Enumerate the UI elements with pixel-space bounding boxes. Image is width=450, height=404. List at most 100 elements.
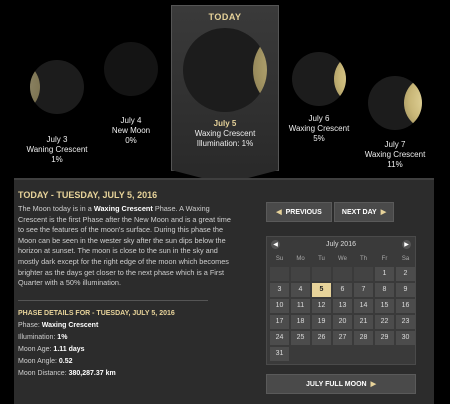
calendar-day[interactable]: 19 (312, 315, 331, 329)
moon-card-july-6[interactable]: July 6 Waxing Crescent 5% (282, 52, 356, 144)
calendar-day[interactable]: 17 (270, 315, 289, 329)
calendar-day[interactable]: 31 (270, 347, 289, 361)
detail-label: Moon Distance: (18, 369, 69, 377)
calendar-day[interactable]: 8 (375, 283, 394, 297)
detail-illumination: Illumination: 1% (18, 334, 233, 341)
moon-date: July 4 (120, 116, 142, 125)
page-title: TODAY - TUESDAY, JULY 5, 2016 (18, 190, 233, 200)
weekday-header: Mo (296, 256, 305, 262)
detail-value: Waxing Crescent (41, 321, 99, 329)
detail-value: 0.52 (58, 357, 73, 365)
calendar-day[interactable]: 7 (354, 283, 373, 297)
calendar-grid: Su Mo Tu We Th Fr Sa 1 2 3 4 5 6 7 8 9 10 11 12 13 14 15 16 17 1… (267, 251, 415, 364)
desc-part-2: Phase. A Waxing Crescent is the first Ph… (18, 204, 231, 288)
weekday-header: We (338, 256, 347, 262)
previous-button[interactable]: ◀ PREVIOUS (266, 202, 332, 222)
detail-value: 1% (57, 333, 68, 341)
calendar-empty-cell (291, 267, 310, 281)
calendar-day[interactable]: 24 (270, 331, 289, 345)
phase-description: TODAY - TUESDAY, JULY 5, 2016 The Moon t… (18, 190, 233, 377)
detail-value: 380,287.37 km (68, 369, 116, 377)
moon-phase: Waxing Crescent (288, 124, 350, 133)
calendar-day[interactable]: 16 (396, 299, 415, 313)
detail-label: Moon Age: (18, 345, 54, 353)
moon-illumination: 11% (387, 160, 403, 169)
calendar-day[interactable]: 25 (291, 331, 310, 345)
calendar: ◀ July 2016 ▶ Su Mo Tu We Th Fr Sa 1 2 3 4 5 6 7 8 9 10 1… (266, 236, 416, 365)
calendar-day[interactable]: 22 (375, 315, 394, 329)
prev-month-icon[interactable]: ◀ (271, 239, 280, 249)
moon-phase: Waxing Crescent (194, 129, 256, 138)
description-text: The Moon today is in a Waxing Crescent P… (18, 204, 233, 289)
moon-date: July 5 (213, 119, 237, 128)
calendar-day[interactable]: 26 (312, 331, 331, 345)
today-label: TODAY (208, 12, 242, 22)
calendar-empty-cell (312, 267, 331, 281)
calendar-day[interactable]: 5 (312, 283, 331, 297)
moon-phase: Waning Crescent (26, 145, 88, 154)
calendar-day[interactable]: 10 (270, 299, 289, 313)
moon-image (368, 76, 422, 130)
detail-label: Phase: (18, 321, 42, 329)
moon-image (292, 52, 346, 106)
calendar-day[interactable]: 11 (291, 299, 310, 313)
detail-label: Illumination: (18, 333, 58, 341)
calendar-day[interactable]: 9 (396, 283, 415, 297)
moon-phase: New Moon (111, 126, 151, 135)
calendar-day[interactable]: 23 (396, 315, 415, 329)
detail-age: Moon Age: 1.11 days (18, 346, 233, 353)
moon-image (183, 28, 267, 112)
details-title: PHASE DETAILS FOR - TUESDAY, JULY 5, 201… (18, 309, 175, 317)
title-date: - TUESDAY, JULY 5, 2016 (48, 190, 158, 200)
moon-date: July 6 (308, 114, 330, 123)
next-month-icon[interactable]: ▶ (402, 239, 411, 249)
weekday-header: Sa (401, 256, 410, 262)
calendar-day[interactable]: 30 (396, 331, 415, 345)
detail-label: Moon Angle: (18, 357, 59, 365)
next-day-button[interactable]: NEXT DAY ▶ (334, 202, 394, 222)
desc-part-1: The Moon today is in a (18, 204, 94, 213)
calendar-day[interactable]: 14 (354, 299, 373, 313)
moon-illumination: 0% (125, 136, 137, 145)
calendar-day[interactable]: 21 (354, 315, 373, 329)
moon-illumination: 5% (313, 134, 325, 143)
calendar-month: July 2016 (326, 240, 356, 248)
detail-angle: Moon Angle: 0.52 (18, 358, 233, 365)
chevron-right-icon: ▶ (370, 381, 376, 388)
calendar-day[interactable]: 15 (375, 299, 394, 313)
calendar-day[interactable]: 20 (333, 315, 352, 329)
chevron-right-icon: ▶ (380, 209, 387, 216)
weekday-header: Tu (318, 256, 325, 262)
calendar-header: ◀ July 2016 ▶ (267, 237, 415, 251)
calendar-empty-cell (270, 267, 289, 281)
calendar-day[interactable]: 12 (312, 299, 331, 313)
calendar-day[interactable]: 2 (396, 267, 415, 281)
full-moon-button[interactable]: JULY FULL MOON ▶ (266, 374, 416, 394)
calendar-day[interactable]: 4 (291, 283, 310, 297)
calendar-empty-cell (354, 267, 373, 281)
calendar-day[interactable]: 18 (291, 315, 310, 329)
calendar-day[interactable]: 3 (270, 283, 289, 297)
next-label: NEXT DAY (341, 208, 377, 216)
moon-card-july-7[interactable]: July 7 Waxing Crescent 11% (358, 76, 432, 170)
detail-phase: Phase: Waxing Crescent (18, 322, 233, 329)
desc-phase: Waxing Crescent (93, 204, 153, 213)
moon-illumination: Illumination: 1% (196, 139, 254, 148)
weekday-header: Su (275, 256, 284, 262)
moon-card-july-4[interactable]: July 4 New Moon 0% (94, 42, 168, 146)
divider (18, 299, 208, 301)
calendar-day[interactable]: 13 (333, 299, 352, 313)
calendar-day[interactable]: 6 (333, 283, 352, 297)
moon-illumination: 1% (51, 155, 63, 164)
moon-phase: Waxing Crescent (364, 150, 426, 159)
calendar-day[interactable]: 28 (354, 331, 373, 345)
previous-label: PREVIOUS (285, 208, 322, 216)
chevron-left-icon: ◀ (276, 209, 282, 216)
moon-image (30, 60, 84, 114)
calendar-day[interactable]: 27 (333, 331, 352, 345)
moon-image (104, 42, 158, 96)
calendar-day[interactable]: 1 (375, 267, 394, 281)
calendar-day[interactable]: 29 (375, 331, 394, 345)
moon-card-july-3[interactable]: July 3 Waning Crescent 1% (20, 60, 94, 165)
moon-card-july-5[interactable]: July 5 Waxing Crescent Illumination: 1% (171, 28, 279, 149)
